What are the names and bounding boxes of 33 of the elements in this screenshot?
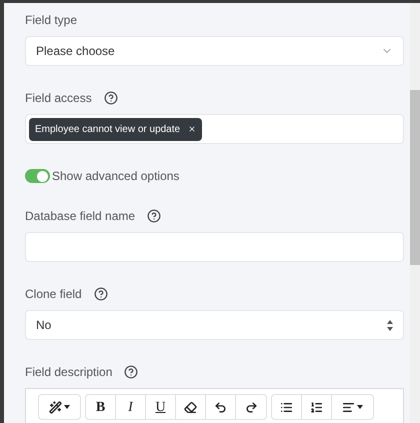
select-value: No (36, 317, 52, 334)
tag-chip: Employee cannot view or update (29, 118, 202, 140)
toggle-switch[interactable] (25, 169, 50, 183)
format-button[interactable]: I (116, 395, 146, 419)
scrollbar-thumb[interactable] (410, 90, 420, 265)
numbered-list-icon (310, 400, 323, 414)
caret-icon (357, 405, 363, 409)
caret-icon (64, 405, 70, 409)
format-button[interactable]: U (146, 395, 176, 419)
text-input-field[interactable] (25, 232, 404, 262)
field-label: Field type (25, 12, 78, 28)
select-value: Please choose (36, 43, 115, 60)
format-button[interactable]: B (86, 395, 116, 419)
magic-wand-icon (49, 400, 62, 414)
bullet-list-icon (280, 400, 293, 414)
eraser-icon (184, 400, 197, 414)
select-field[interactable]: Please choose (25, 36, 404, 66)
help-icon[interactable] (94, 287, 108, 301)
field-label: Clone field (25, 286, 82, 302)
align-icon (342, 400, 355, 414)
field-label: Database field name (25, 208, 136, 224)
field-label: Field access (25, 90, 92, 106)
help-icon[interactable] (124, 365, 138, 379)
help-icon[interactable] (104, 91, 118, 105)
select-field[interactable]: No (25, 310, 404, 340)
field-label: Field description (25, 364, 112, 380)
redo-icon (244, 400, 258, 414)
tag-input-field[interactable]: Employee cannot view or update (25, 114, 404, 144)
up-down-arrows-icon (387, 320, 393, 330)
remove-icon[interactable] (188, 125, 196, 133)
toggle-label: Show advanced options (52, 168, 180, 184)
undo-icon (214, 400, 227, 414)
help-icon[interactable] (147, 209, 162, 223)
